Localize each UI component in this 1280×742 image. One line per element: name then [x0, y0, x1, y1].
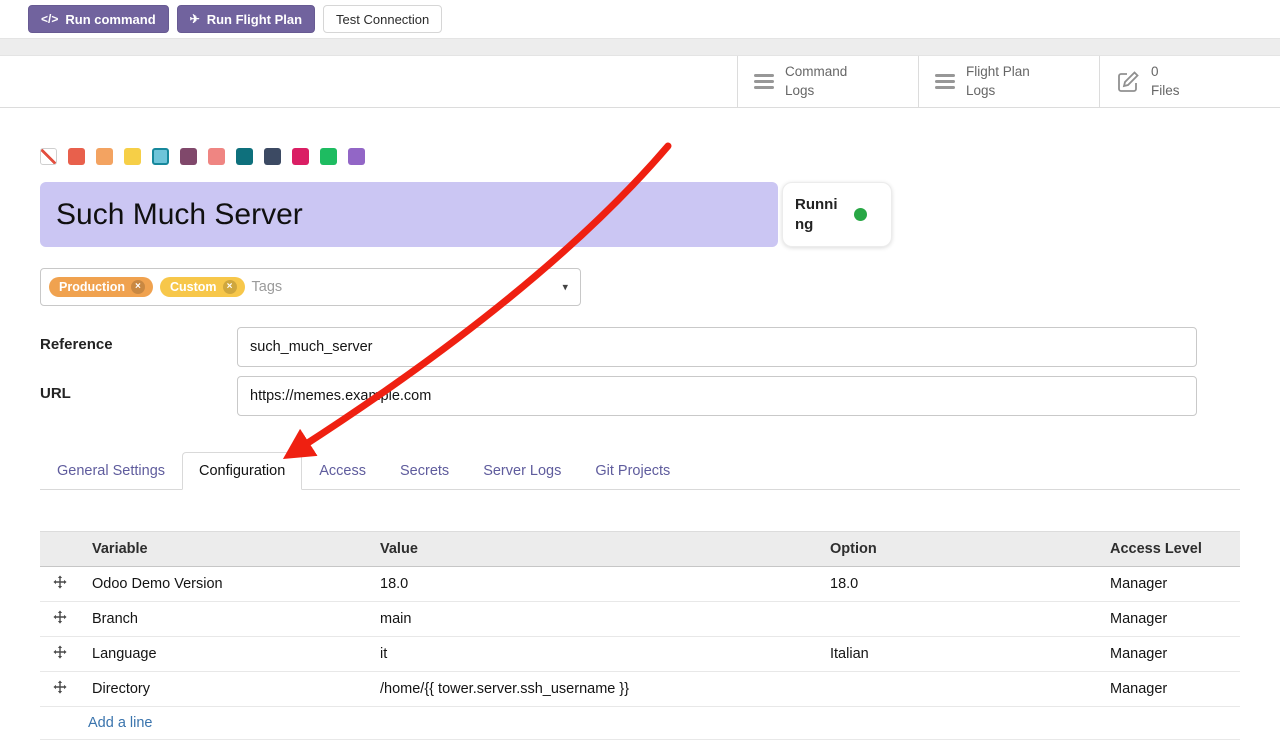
color-swatch-magenta[interactable] — [292, 148, 309, 165]
table-row[interactable]: Odoo Demo Version 18.0 18.0 Manager — [40, 567, 1240, 602]
dropdown-caret-icon[interactable]: ▾ — [562, 281, 568, 294]
run-command-button[interactable]: </> Run command — [28, 5, 169, 33]
cell-option: 18.0 — [818, 567, 1098, 602]
color-swatch-red[interactable] — [68, 148, 85, 165]
edit-pencil-icon — [1116, 70, 1140, 94]
reference-input[interactable] — [237, 327, 1197, 367]
run-flight-plan-label: Run Flight Plan — [207, 12, 302, 27]
test-connection-label: Test Connection — [336, 12, 429, 27]
tab-configuration[interactable]: Configuration — [182, 452, 302, 490]
plane-icon: ✈ — [190, 13, 200, 25]
cell-value: it — [368, 637, 818, 672]
form-sheet: Such Much Server Running Production × Cu… — [0, 148, 1280, 740]
color-swatch-teal[interactable] — [236, 148, 253, 165]
command-logs-stat-button[interactable]: Command Logs — [737, 56, 918, 107]
menu-icon — [754, 71, 774, 92]
server-name-input[interactable]: Such Much Server — [40, 182, 778, 247]
drag-handle-icon[interactable] — [40, 567, 80, 602]
color-palette — [40, 148, 1240, 165]
remove-tag-icon[interactable]: × — [223, 280, 237, 294]
run-flight-plan-button[interactable]: ✈ Run Flight Plan — [177, 5, 315, 33]
status-label: Running — [795, 195, 845, 234]
cell-variable: Odoo Demo Version — [80, 567, 368, 602]
cell-access: Manager — [1098, 567, 1240, 602]
color-swatch-cyan-selected[interactable] — [152, 148, 169, 165]
tab-secrets[interactable]: Secrets — [383, 452, 466, 490]
tag-custom[interactable]: Custom × — [160, 277, 245, 297]
tab-general-settings[interactable]: General Settings — [40, 452, 182, 490]
tags-input[interactable]: Production × Custom × Tags ▾ — [40, 268, 581, 306]
table-row[interactable]: Language it Italian Manager — [40, 637, 1240, 672]
flight-plan-logs-label: Flight Plan Logs — [966, 63, 1030, 99]
cell-access: Manager — [1098, 672, 1240, 707]
drag-handle-icon[interactable] — [40, 672, 80, 707]
tag-label: Production — [59, 280, 125, 294]
command-logs-label: Command Logs — [785, 63, 847, 99]
color-swatch-salmon[interactable] — [208, 148, 225, 165]
cell-variable: Language — [80, 637, 368, 672]
table-header-row: Variable Value Option Access Level — [40, 532, 1240, 567]
cell-option: Italian — [818, 637, 1098, 672]
run-command-label: Run command — [65, 12, 155, 27]
cell-value: /home/{{ tower.server.ssh_username }} — [368, 672, 818, 707]
tag-label: Custom — [170, 280, 217, 294]
value-column-header: Value — [368, 532, 818, 567]
color-swatch-navy[interactable] — [264, 148, 281, 165]
color-swatch-plum[interactable] — [180, 148, 197, 165]
status-card[interactable]: Running — [782, 182, 892, 247]
cell-variable: Directory — [80, 672, 368, 707]
cell-variable: Branch — [80, 602, 368, 637]
color-swatch-green[interactable] — [320, 148, 337, 165]
color-swatch-purple[interactable] — [348, 148, 365, 165]
tab-access[interactable]: Access — [302, 452, 383, 490]
notebook-tabs: General Settings Configuration Access Se… — [40, 451, 1240, 490]
flight-plan-logs-stat-button[interactable]: Flight Plan Logs — [918, 56, 1099, 107]
drag-handle-icon[interactable] — [40, 637, 80, 672]
menu-icon — [935, 71, 955, 92]
reference-label: Reference — [40, 327, 237, 353]
color-swatch-orange[interactable] — [96, 148, 113, 165]
tab-git-projects[interactable]: Git Projects — [578, 452, 687, 490]
tag-production[interactable]: Production × — [49, 277, 153, 297]
cell-option — [818, 602, 1098, 637]
table-row[interactable]: Branch main Manager — [40, 602, 1240, 637]
table-row[interactable]: Directory /home/{{ tower.server.ssh_user… — [40, 672, 1240, 707]
tags-placeholder: Tags — [252, 279, 283, 295]
test-connection-button[interactable]: Test Connection — [323, 5, 442, 33]
handle-column-header — [40, 532, 80, 567]
color-swatch-yellow[interactable] — [124, 148, 141, 165]
form-stat-header: Command Logs Flight Plan Logs 0 Files — [0, 56, 1280, 108]
add-a-line-link[interactable]: Add a line — [40, 707, 1240, 740]
access-level-column-header: Access Level — [1098, 532, 1240, 567]
color-swatch-none[interactable] — [40, 148, 57, 165]
cell-access: Manager — [1098, 602, 1240, 637]
url-label: URL — [40, 376, 237, 402]
cell-access: Manager — [1098, 637, 1240, 672]
status-dot — [854, 208, 867, 221]
top-action-bar: </> Run command ✈ Run Flight Plan Test C… — [0, 0, 1280, 38]
page-divider-band — [0, 38, 1280, 56]
configuration-table: Variable Value Option Access Level Odoo … — [40, 531, 1240, 740]
files-stat-button[interactable]: 0 Files — [1099, 56, 1280, 107]
code-icon: </> — [41, 13, 58, 25]
cell-value: 18.0 — [368, 567, 818, 602]
remove-tag-icon[interactable]: × — [131, 280, 145, 294]
variable-column-header: Variable — [80, 532, 368, 567]
cell-value: main — [368, 602, 818, 637]
option-column-header: Option — [818, 532, 1098, 567]
url-input[interactable] — [237, 376, 1197, 416]
files-label: 0 Files — [1151, 63, 1180, 99]
cell-option — [818, 672, 1098, 707]
drag-handle-icon[interactable] — [40, 602, 80, 637]
tab-server-logs[interactable]: Server Logs — [466, 452, 578, 490]
